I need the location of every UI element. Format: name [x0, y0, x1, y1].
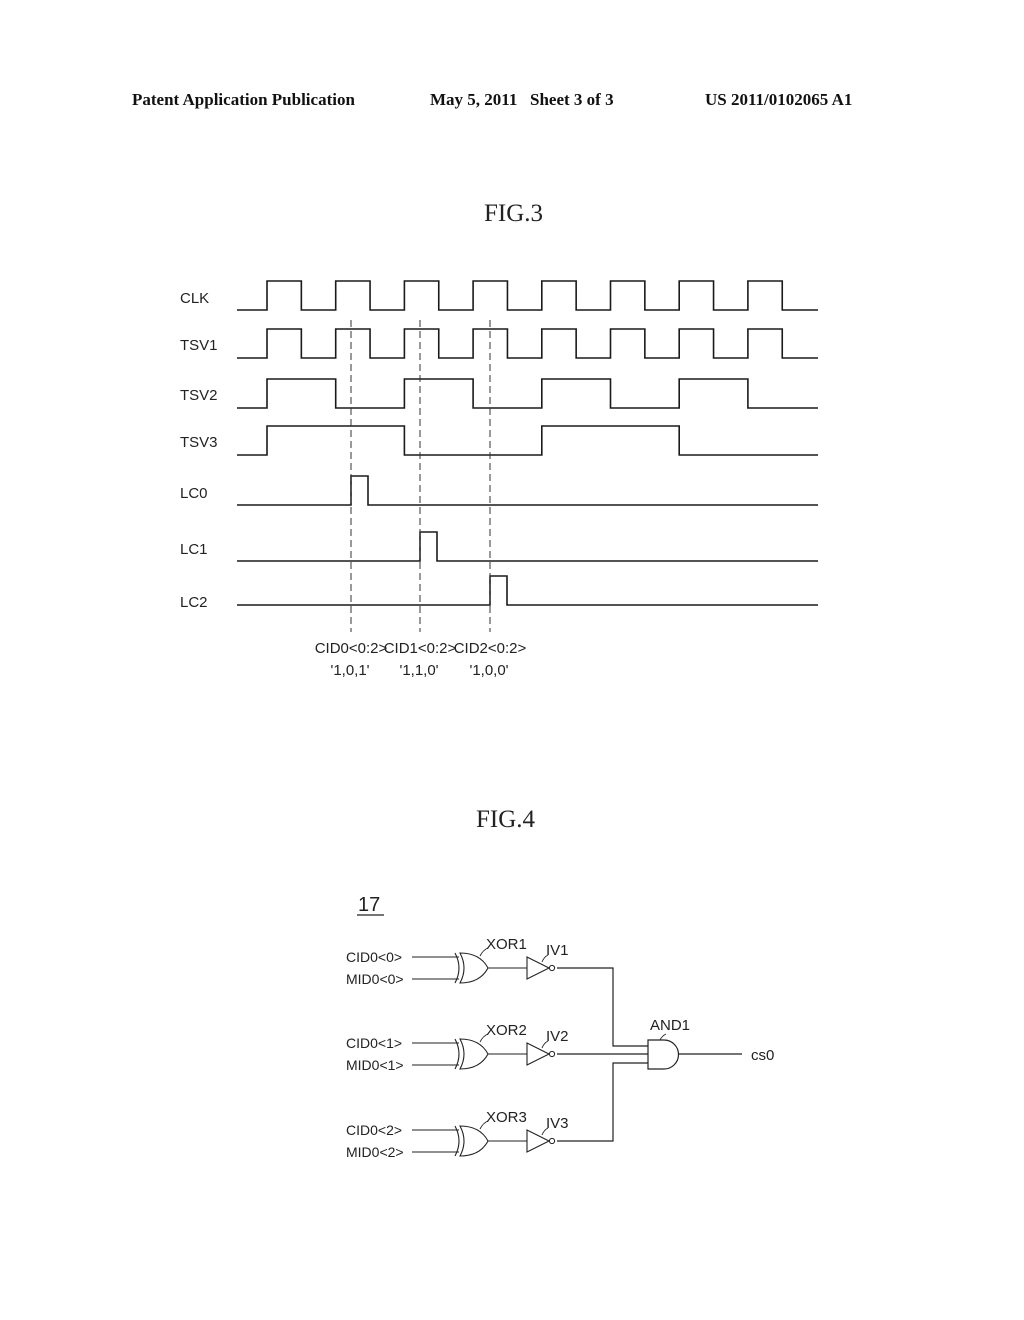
input-label: CID0<1> [346, 1035, 402, 1051]
xor-label: XOR2 [486, 1022, 527, 1039]
circuit-diagram: 17 CID0<0> MID0<0> XOR1 IV1 CID0<1> MID0<1> XO… [346, 894, 774, 1160]
input-label: MID0<1> [346, 1057, 404, 1073]
input-label: CID0<0> [346, 949, 402, 965]
stage-3: CID0<2> MID0<2> XOR3 IV3 [346, 1109, 569, 1160]
stage-2: CID0<1> MID0<1> XOR2 IV2 [346, 1022, 569, 1073]
stage-1: CID0<0> MID0<0> XOR1 IV1 [346, 936, 569, 987]
and-gate: AND1 [647, 1017, 690, 1070]
xor-label: XOR1 [486, 936, 527, 953]
output-label: cs0 [751, 1047, 774, 1064]
xor-gate [454, 1120, 489, 1157]
xor-gate [454, 1033, 489, 1070]
input-label: MID0<2> [346, 1144, 404, 1160]
input-label: CID0<2> [346, 1122, 402, 1138]
and-gate-label: AND1 [650, 1017, 690, 1034]
inverter-label: IV2 [546, 1028, 569, 1045]
xor-gate [454, 947, 489, 984]
wire-iv1-and [557, 967, 648, 1047]
wire-iv3-and [557, 1062, 648, 1142]
xor-label: XOR3 [486, 1109, 527, 1126]
ref-number: 17 [358, 894, 380, 916]
inverter-label: IV3 [546, 1115, 569, 1132]
input-label: MID0<0> [346, 971, 404, 987]
inverter-label: IV1 [546, 942, 569, 959]
